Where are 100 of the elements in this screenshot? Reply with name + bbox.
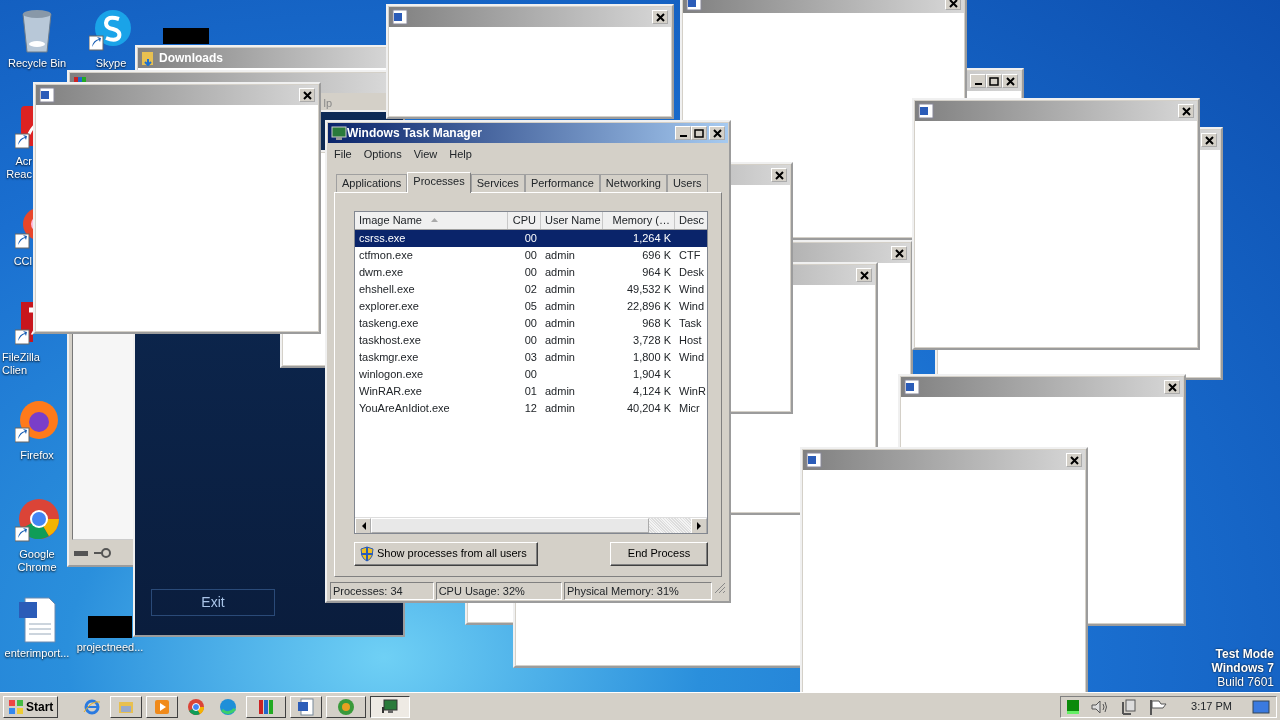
table-cell: taskeng.exe [359,316,419,329]
close-button[interactable] [1066,453,1082,467]
os-notice-text: Build 7601 [1216,675,1274,689]
table-cell: Desk [679,265,705,278]
icon-label[interactable]: Acr Reac [2,155,32,181]
column-header[interactable]: Image Name [355,211,508,229]
os-notice-text: Windows 7 [1211,661,1274,675]
minimize-button[interactable] [970,74,986,88]
table-cell: admin [545,333,575,346]
horizontal-scrollbar[interactable] [355,516,707,533]
process-row[interactable]: ehshell.exe 02 admin 49,532 K Wind [355,280,707,298]
close-button[interactable] [1201,133,1217,147]
taskbar-button[interactable] [370,695,411,718]
close-button[interactable] [771,168,787,182]
table-cell: 3,728 K [633,333,671,346]
icon-label[interactable]: Recycle Bin [7,57,67,70]
table-cell: 1,904 K [633,367,671,380]
close-icon [1005,76,1015,86]
process-row[interactable]: WinRAR.exe 01 admin 4,124 K WinR [355,382,707,400]
network-activity-icon[interactable] [1067,699,1080,714]
right-arrow-icon [696,521,702,530]
process-row[interactable]: ctfmon.exe 00 admin 696 K CTF [355,246,707,264]
close-button[interactable] [856,268,872,282]
scroll-left-button[interactable] [355,517,371,533]
folder-icon [141,50,155,66]
exit-button[interactable]: Exit [151,589,275,616]
icon-label[interactable]: Firefox [20,449,54,462]
flag-icon[interactable] [1149,698,1168,715]
process-row[interactable]: explorer.exe 05 admin 22,896 K Wind [355,297,707,315]
status-text: CPU Usage: 32% [435,582,562,600]
process-row[interactable]: taskeng.exe 00 admin 968 K Task [355,314,707,332]
tab[interactable]: Users [666,173,708,192]
process-row[interactable]: winlogon.exe 00 1,904 K [355,365,707,383]
close-button[interactable] [709,126,725,140]
icon-label[interactable]: CCl [2,255,32,268]
table-cell: 00 [524,265,537,278]
table-cell: winlogon.exe [359,367,424,380]
minimize-button[interactable] [675,126,691,140]
icon-label[interactable]: enterimport... [4,647,70,660]
menu-item[interactable]: Options [363,146,402,163]
tab[interactable]: Services [470,173,525,192]
window-title: Downloads [159,50,223,67]
process-row[interactable]: YouAreAnIdiot.exe 12 admin 40,204 K Micr [355,399,707,417]
clock-text[interactable]: 3:17 PM [1191,698,1232,715]
resize-grip-icon[interactable] [714,582,726,594]
key-icon [93,548,111,558]
close-button[interactable] [299,88,315,102]
close-button[interactable] [945,0,961,10]
scroll-thumb[interactable] [371,517,649,533]
table-cell: admin [545,350,575,363]
icon-label[interactable]: Google Chrome [12,548,62,574]
close-button[interactable] [652,10,668,24]
close-button[interactable] [1164,380,1180,394]
show-all-users-button[interactable]: Show processes from all users [354,541,538,566]
menu-item[interactable]: Help [449,146,472,163]
table-cell: 696 K [642,248,671,261]
close-button[interactable] [891,246,907,260]
status-text: Processes: 34 [330,582,434,600]
icon-label[interactable]: Skype [95,57,127,70]
table-cell: 00 [524,248,537,261]
icon-label[interactable]: FileZilla Clien [2,351,68,377]
start-button[interactable]: Start [3,695,59,718]
table-cell: taskmgr.exe [359,350,419,363]
process-row[interactable]: taskmgr.exe 03 admin 1,800 K Wind [355,348,707,366]
column-header[interactable]: CPU [508,211,541,229]
edge-icon [219,697,238,716]
table-cell: Host [679,333,702,346]
close-button[interactable] [1002,74,1018,88]
network-icon[interactable] [1121,698,1138,715]
process-row[interactable]: taskhost.exe 00 admin 3,728 K Host [355,331,707,349]
scroll-right-button[interactable] [691,517,707,533]
maximize-icon [694,128,704,138]
chrome-icon[interactable] [15,497,59,545]
speaker-icon[interactable] [1091,699,1110,714]
firefox-icon[interactable] [15,398,59,446]
close-icon [302,90,312,100]
table-cell: admin [545,384,575,397]
tab[interactable]: Processes [407,171,471,193]
menu-item[interactable]: File [334,146,352,163]
window-title: Windows Task Manager [347,125,483,142]
drive-icon [73,549,89,557]
tab[interactable]: Performance [524,173,600,192]
status-text: Physical Memory: 31% [563,582,712,600]
windows-logo-icon [8,698,24,715]
menu-item[interactable]: View [413,146,438,163]
maximize-button[interactable] [986,74,1002,88]
process-row[interactable]: dwm.exe 00 admin 964 K Desk [355,263,707,281]
end-process-button[interactable]: End Process [610,541,708,566]
column-header[interactable]: Memory (… [603,211,675,229]
column-header[interactable]: User Name [541,211,603,229]
tab[interactable]: Networking [599,173,667,192]
show-desktop-icon[interactable] [1252,699,1270,714]
table-cell: admin [545,265,575,278]
tab[interactable]: Applications [336,173,408,192]
column-header[interactable]: Desc [675,211,707,229]
close-button[interactable] [1178,104,1194,118]
play-icon [153,697,172,716]
maximize-button[interactable] [691,126,707,140]
table-cell: 00 [524,367,537,380]
table-cell: Wind [679,282,705,295]
